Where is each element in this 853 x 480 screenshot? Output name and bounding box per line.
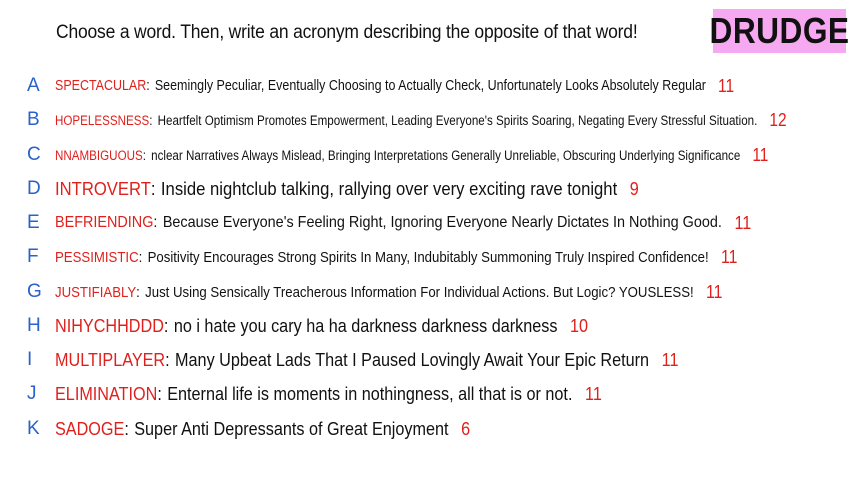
item-count: 11 — [706, 281, 723, 302]
item-letter: B — [27, 109, 40, 130]
item-letter: I — [27, 349, 33, 370]
item-colon: : — [136, 283, 140, 301]
item-count: 11 — [585, 383, 602, 404]
item-acronym-text: Just Using Sensically Treacherous Inform… — [145, 283, 694, 301]
item-letter: K — [27, 418, 40, 439]
logo-text: DRUDGE — [709, 10, 850, 51]
list-item: G JUSTIFIABLY: Just Using Sensically Treac… — [0, 280, 853, 304]
list-item: J ELIMINATION: Enternal life is moments in… — [0, 382, 853, 406]
item-acronym-text: Heartfelt Optimism Promotes Empowerment,… — [157, 112, 758, 128]
item-word: JUSTIFIABLY — [55, 283, 137, 301]
drudge-logo: DRUDGE — [710, 9, 849, 53]
item-word: BEFRIENDING — [55, 214, 154, 231]
item-acronym-text: Inside nightclub talking, rallying over … — [160, 178, 618, 199]
item-count: 11 — [720, 246, 738, 267]
item-letter: G — [27, 281, 42, 302]
item-colon: : — [163, 315, 169, 336]
item-count: 11 — [734, 212, 752, 233]
item-acronym-text: Seemingly Peculiar, Eventually Choosing … — [154, 78, 706, 94]
item-word: PESSIMISTIC — [55, 248, 139, 266]
item-word: INTROVERT — [55, 178, 151, 199]
item-letter: A — [27, 75, 40, 96]
item-count: 11 — [661, 349, 679, 370]
item-word: SPECTACULAR — [55, 78, 147, 94]
list-item: A SPECTACULAR: Seemingly Peculiar, Eventua… — [0, 74, 853, 98]
item-acronym-text: nclear Narratives Always Mislead, Bringi… — [151, 147, 741, 163]
item-count: 12 — [769, 109, 787, 130]
item-acronym-text: Enternal life is moments in nothingness,… — [167, 383, 573, 404]
item-word: HOPELESSNESS — [55, 112, 150, 128]
prompt-text: Choose a word. Then, write an acronym de… — [56, 22, 638, 43]
item-colon: : — [150, 178, 156, 199]
item-colon: : — [142, 147, 146, 163]
item-letter: J — [27, 383, 37, 404]
item-colon: : — [153, 214, 158, 231]
item-acronym-text: Super Anti Depressants of Great Enjoymen… — [134, 418, 449, 439]
list-item: H NIHYCHHDDD: no i hate you cary ha ha dar… — [0, 314, 853, 338]
item-colon: : — [138, 248, 143, 266]
item-count: 10 — [570, 315, 589, 336]
item-colon: : — [146, 78, 150, 94]
item-letter: D — [27, 178, 41, 199]
item-word: NIHYCHHDDD — [55, 315, 164, 336]
list-item: I MULTIPLAYER: Many Upbeat Lads That I Pau… — [0, 348, 853, 372]
item-acronym-text: Many Upbeat Lads That I Paused Lovingly … — [175, 349, 650, 370]
list-item: E BEFRIENDING: Because Everyone's Feeling … — [0, 211, 853, 235]
item-word: NNAMBIGUOUS — [55, 147, 143, 163]
item-letter: F — [27, 246, 39, 267]
item-letter: C — [27, 144, 41, 165]
list-item: D INTROVERT: Inside nightclub talking, ral… — [0, 177, 853, 201]
item-letter: H — [27, 315, 41, 336]
item-colon: : — [124, 418, 129, 439]
item-count: 9 — [629, 178, 639, 199]
list-item: K SADOGE: Super Anti Depressants of Great … — [0, 417, 853, 441]
item-colon: : — [157, 383, 162, 404]
item-word: MULTIPLAYER — [55, 349, 166, 370]
item-count: 6 — [461, 418, 471, 439]
item-word: SADOGE — [55, 418, 125, 439]
item-word: ELIMINATION — [55, 383, 158, 404]
item-count: 11 — [717, 75, 735, 96]
item-letter: E — [27, 212, 40, 233]
item-acronym-text: Because Everyone's Feeling Right, Ignori… — [162, 214, 722, 231]
item-colon: : — [149, 112, 153, 128]
list-item: C NNAMBIGUOUS: nclear Narratives Always Mi… — [0, 143, 853, 167]
item-acronym-text: Positivity Encourages Strong Spirits In … — [147, 248, 709, 266]
item-count: 11 — [752, 144, 769, 165]
slide: Choose a word. Then, write an acronym de… — [0, 0, 853, 480]
item-acronym-text: no i hate you cary ha ha darkness darkne… — [173, 315, 558, 336]
list-item: F PESSIMISTIC: Positivity Encourages Stron… — [0, 245, 853, 269]
item-colon: : — [165, 349, 170, 370]
list-item: B HOPELESSNESS: Heartfelt Optimism Promote… — [0, 108, 853, 132]
